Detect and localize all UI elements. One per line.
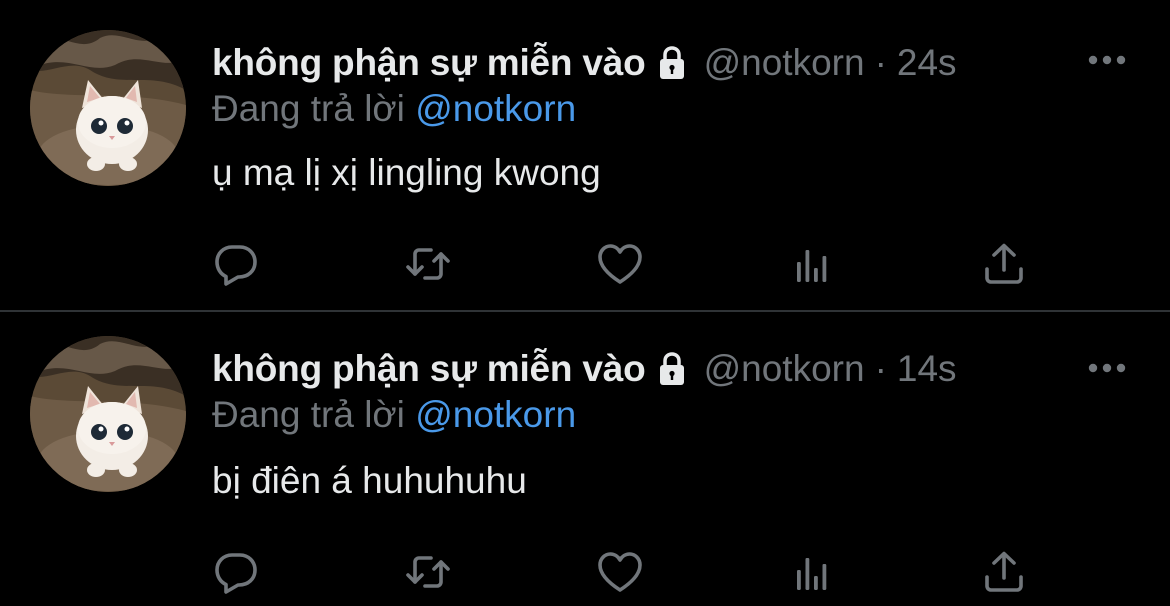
like-icon xyxy=(598,244,642,284)
kitten-avatar-image xyxy=(30,336,186,492)
tweet-header: không phận sự miễn vào @notkorn · 24s xyxy=(212,40,957,86)
replying-to-mention[interactable]: @notkorn xyxy=(415,394,576,435)
retweet-button[interactable] xyxy=(400,236,456,292)
retweet-icon xyxy=(406,248,450,280)
reply-icon xyxy=(215,245,257,286)
timestamp[interactable]: 24s xyxy=(897,42,957,84)
lock-icon xyxy=(652,43,692,83)
avatar[interactable] xyxy=(30,30,186,186)
tweet-text: ụ mạ lị xị lingling kwong xyxy=(212,152,601,193)
retweet-icon xyxy=(406,556,450,588)
more-options-icon[interactable] xyxy=(1086,358,1128,378)
tweet-text: bị điên á huhuhuhu xyxy=(212,460,527,501)
tweet[interactable]: không phận sự miễn vào @notkorn · 24s Đa… xyxy=(0,0,1170,300)
display-name[interactable]: không phận sự miễn vào xyxy=(212,348,646,390)
like-button[interactable] xyxy=(592,544,648,600)
share-icon xyxy=(985,243,1023,284)
tweet-header: không phận sự miễn vào @notkorn · 14s xyxy=(212,346,957,392)
user-handle[interactable]: @notkorn xyxy=(704,348,865,390)
share-button[interactable] xyxy=(976,544,1032,600)
views-button[interactable] xyxy=(784,236,840,292)
views-icon xyxy=(797,558,827,590)
reply-icon xyxy=(215,553,257,594)
display-name[interactable]: không phận sự miễn vào xyxy=(212,42,646,84)
replying-to: Đang trả lời @notkorn xyxy=(212,394,576,436)
retweet-button[interactable] xyxy=(400,544,456,600)
separator-dot: · xyxy=(874,42,887,83)
replying-to-mention[interactable]: @notkorn xyxy=(415,88,576,129)
tweet[interactable]: không phận sự miễn vào @notkorn · 14s Đa… xyxy=(0,312,1170,606)
timestamp[interactable]: 14s xyxy=(897,348,957,390)
tweet-actions xyxy=(0,236,1170,292)
more-options-icon[interactable] xyxy=(1086,50,1128,70)
share-button[interactable] xyxy=(976,236,1032,292)
reply-button[interactable] xyxy=(208,236,264,292)
reply-button[interactable] xyxy=(208,544,264,600)
replying-to-label: Đang trả lời xyxy=(212,394,405,435)
replying-to-label: Đang trả lời xyxy=(212,88,405,129)
like-icon xyxy=(598,552,642,592)
views-button[interactable] xyxy=(784,544,840,600)
separator-dot: · xyxy=(874,348,887,389)
share-icon xyxy=(985,551,1023,592)
lock-icon xyxy=(652,349,692,389)
views-icon xyxy=(797,250,827,282)
avatar[interactable] xyxy=(30,336,186,492)
like-button[interactable] xyxy=(592,236,648,292)
tweet-actions xyxy=(0,544,1170,600)
replying-to: Đang trả lời @notkorn xyxy=(212,88,576,130)
kitten-avatar-image xyxy=(30,30,186,186)
user-handle[interactable]: @notkorn xyxy=(704,42,865,84)
